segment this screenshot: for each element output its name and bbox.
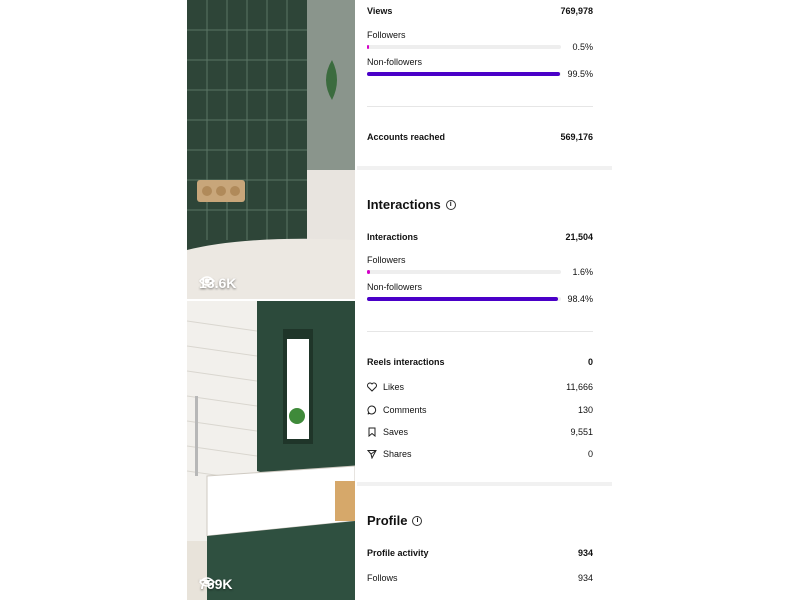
info-icon[interactable]: i — [412, 515, 423, 526]
shares-label: Shares — [383, 449, 412, 459]
likes-row: Likes 11,666 — [367, 382, 593, 392]
section-separator — [357, 166, 612, 170]
profile-title: Profile — [367, 513, 408, 528]
interactions-row: Interactions 21,504 — [367, 232, 593, 242]
interactions-nonfollowers-label-row: Non-followers — [367, 282, 593, 292]
divider — [367, 106, 593, 107]
interactions-title: Interactions — [367, 197, 441, 212]
bathroom-image-2 — [187, 301, 355, 600]
non-followers-label: Non-followers — [367, 57, 423, 67]
accounts-reached-label: Accounts reached — [367, 132, 446, 142]
views-label: Views — [367, 6, 393, 16]
views-followers-bar — [367, 45, 561, 49]
bathroom-image-1 — [187, 0, 355, 299]
eye-icon — [199, 577, 215, 587]
views-row: Views 769,978 — [367, 6, 593, 16]
profile-activity-row: Profile activity 934 — [367, 548, 593, 558]
accounts-reached-row: Accounts reached 569,176 — [367, 132, 593, 142]
heart-icon — [367, 382, 377, 392]
reels-interactions-label: Reels interactions — [367, 357, 445, 367]
views-overlay: 769K — [199, 576, 232, 592]
views-nonfollowers-label-row: Non-followers — [367, 57, 593, 67]
views-value: 769,978 — [560, 6, 593, 16]
saves-value: 9,551 — [570, 427, 593, 437]
send-icon — [367, 450, 377, 459]
follows-row: Follows 934 — [367, 573, 593, 583]
interactions-followers-pct: 1.6% — [572, 267, 593, 277]
profile-activity-value: 934 — [577, 548, 593, 558]
shares-row: Shares 0 — [367, 449, 593, 459]
views-overlay: 13.6K — [199, 275, 236, 291]
comments-value: 130 — [577, 405, 593, 415]
views-nonfollowers-bar-fill — [367, 72, 561, 76]
saves-row: Saves 9,551 — [367, 427, 593, 437]
followers-label: Followers — [367, 30, 406, 40]
interactions-label: Interactions — [367, 232, 419, 242]
interactions-value: 21,504 — [565, 232, 593, 242]
followers-label: Followers — [367, 255, 406, 265]
likes-label: Likes — [383, 382, 405, 392]
reels-interactions-value: 0 — [587, 357, 593, 367]
interactions-nonfollowers-bar — [367, 297, 561, 301]
views-followers-label-row: Followers — [367, 30, 593, 40]
reels-interactions-row: Reels interactions 0 — [367, 357, 593, 367]
likes-value: 11,666 — [566, 382, 593, 392]
shares-value: 0 — [587, 449, 593, 459]
comment-icon — [367, 405, 377, 415]
views-nonfollowers-pct: 99.5% — [567, 69, 593, 79]
accounts-reached-value: 569,176 — [560, 132, 593, 142]
eye-icon — [199, 276, 215, 286]
comments-label: Comments — [383, 405, 427, 415]
follows-value: 934 — [577, 573, 593, 583]
section-separator — [357, 482, 612, 486]
interactions-nonfollowers-bar-fill — [367, 297, 558, 301]
interactions-section-title: Interactions i — [367, 197, 456, 212]
reel-thumbnail-2[interactable]: 769K — [187, 301, 355, 600]
interactions-followers-label-row: Followers — [367, 255, 593, 265]
non-followers-label: Non-followers — [367, 282, 423, 292]
saves-label: Saves — [383, 427, 409, 437]
info-icon[interactable]: i — [445, 199, 456, 210]
views-followers-bar-fill — [367, 45, 369, 49]
follows-label: Follows — [367, 573, 398, 583]
profile-activity-label: Profile activity — [367, 548, 429, 558]
interactions-followers-bar — [367, 270, 561, 274]
profile-section-title: Profile i — [367, 513, 423, 528]
divider — [367, 331, 593, 332]
interactions-nonfollowers-pct: 98.4% — [567, 294, 593, 304]
views-followers-pct: 0.5% — [572, 42, 593, 52]
reel-thumbnail-1[interactable]: 13.6K — [187, 0, 355, 299]
views-nonfollowers-bar — [367, 72, 561, 76]
bookmark-icon — [368, 427, 376, 437]
interactions-followers-bar-fill — [367, 270, 371, 274]
comments-row: Comments 130 — [367, 405, 593, 415]
